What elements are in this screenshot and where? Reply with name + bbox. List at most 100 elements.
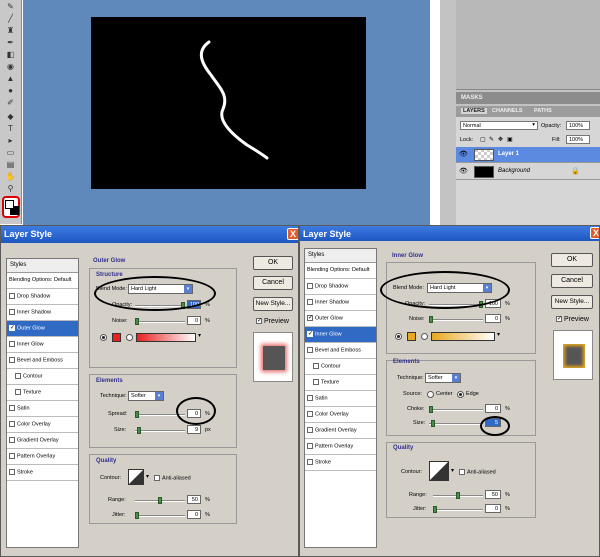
style-item[interactable]: Blending Options: Default (305, 263, 376, 279)
eraser-icon[interactable]: ◧ (3, 50, 18, 60)
checkbox-icon[interactable] (9, 453, 15, 459)
spread-slider-handle[interactable] (135, 411, 139, 418)
checkbox-icon[interactable] (15, 389, 21, 395)
jitter-slider-handle[interactable] (135, 512, 139, 519)
glow-gradient-picker[interactable] (431, 332, 495, 341)
shape-icon[interactable]: ▭ (3, 148, 18, 158)
pen-icon[interactable]: ✐ (3, 98, 18, 108)
checkbox-icon[interactable] (15, 373, 21, 379)
style-item[interactable]: ✓ Outer Glow (305, 311, 376, 327)
checkbox-icon[interactable]: ✓ (307, 315, 313, 321)
jitter-input[interactable]: 0 (187, 510, 201, 519)
checkbox-icon[interactable] (9, 437, 15, 443)
style-item[interactable]: ✓ Inner Glow (305, 327, 376, 343)
checkbox-icon[interactable] (9, 309, 15, 315)
style-item[interactable]: Gradient Overlay (305, 423, 376, 439)
styles-header[interactable]: Styles (305, 249, 376, 263)
checkbox-icon[interactable] (307, 411, 313, 417)
close-icon[interactable]: X (590, 227, 599, 239)
style-item[interactable]: Bevel and Emboss (305, 343, 376, 359)
checkbox-icon[interactable] (307, 347, 313, 353)
zoom-icon[interactable]: ⚲ (3, 184, 18, 194)
noise-slider-handle[interactable] (135, 318, 139, 325)
noise-input[interactable]: 0 (485, 314, 501, 323)
glow-color-swatch[interactable] (407, 332, 416, 341)
anti-aliased-checkbox[interactable]: Anti-aliased (459, 469, 496, 475)
style-item[interactable]: Pattern Overlay (305, 439, 376, 455)
history-brush-icon[interactable]: ✒ (3, 38, 18, 48)
checkbox-icon[interactable] (307, 459, 313, 465)
checkbox-icon[interactable] (9, 357, 15, 363)
lock-all-icon[interactable]: ▣ (507, 136, 513, 143)
tab-layers[interactable]: LAYERS (461, 108, 487, 114)
new-style-button[interactable]: New Style... (253, 297, 293, 311)
layer-blend-mode-select[interactable]: Normal ▾ (460, 121, 538, 130)
lock-position-icon[interactable]: ✥ (498, 136, 503, 143)
contour-picker[interactable] (128, 469, 144, 485)
checkbox-icon[interactable]: ✓ (556, 316, 562, 323)
checkbox-icon[interactable] (459, 469, 465, 475)
size-slider-handle[interactable] (137, 427, 141, 434)
source-center-radio[interactable] (427, 391, 434, 398)
checkbox-icon[interactable] (307, 283, 313, 289)
size-slider[interactable] (429, 420, 483, 427)
masks-tab[interactable]: MASKS (456, 92, 600, 104)
layer-row-layer-1[interactable]: 👁 Layer 1 (456, 147, 600, 163)
dodge-icon[interactable]: ● (3, 86, 18, 96)
style-item[interactable]: Stroke (7, 465, 78, 481)
layer-row-background[interactable]: 👁 Background 🔒 (456, 164, 600, 180)
glow-color-swatch[interactable] (112, 333, 121, 342)
notes-icon[interactable]: ▤ (3, 160, 18, 170)
direct-select-icon[interactable]: ▸ (3, 136, 18, 146)
tab-channels[interactable]: CHANNELS (492, 108, 523, 114)
choke-slider[interactable] (429, 406, 483, 413)
gradient-radio[interactable] (126, 334, 133, 341)
close-icon[interactable]: X (287, 228, 298, 240)
new-style-button[interactable]: New Style... (551, 295, 593, 309)
style-item[interactable]: Bevel and Emboss (7, 353, 78, 369)
checkbox-icon[interactable] (307, 395, 313, 401)
clone-stamp-icon[interactable]: ♜ (3, 26, 18, 36)
chevron-down-icon[interactable]: ▾ (451, 467, 454, 474)
lock-pixels-icon[interactable]: ✎ (489, 136, 494, 143)
size-slider-handle[interactable] (431, 420, 435, 427)
range-slider[interactable] (433, 492, 483, 499)
style-item[interactable]: Color Overlay (305, 407, 376, 423)
style-item[interactable]: ✓ Outer Glow (7, 321, 78, 337)
visibility-eye-icon[interactable]: 👁 (459, 168, 469, 176)
checkbox-icon[interactable] (9, 469, 15, 475)
style-item[interactable]: Satin (7, 401, 78, 417)
pencil-icon[interactable]: ✎ (3, 2, 18, 12)
style-item[interactable]: Color Overlay (7, 417, 78, 433)
technique-select[interactable]: Softer ▾ (128, 391, 164, 401)
style-item[interactable]: Drop Shadow (305, 279, 376, 295)
checkbox-icon[interactable]: ✓ (9, 325, 15, 331)
checkbox-icon[interactable] (307, 299, 313, 305)
visibility-eye-icon[interactable]: 👁 (459, 151, 469, 159)
noise-input[interactable]: 0 (187, 316, 201, 325)
size-input[interactable]: 9 (187, 425, 201, 434)
range-slider-handle[interactable] (456, 492, 460, 499)
type-icon[interactable]: T (3, 124, 18, 134)
range-input[interactable]: 50 (187, 495, 201, 504)
checkbox-icon[interactable] (9, 341, 15, 347)
style-item[interactable]: Blending Options: Default (7, 273, 78, 289)
cancel-button[interactable]: Cancel (253, 276, 293, 290)
range-slider[interactable] (135, 497, 185, 504)
checkbox-icon[interactable] (313, 379, 319, 385)
checkbox-icon[interactable]: ✓ (307, 331, 313, 337)
style-item[interactable]: Satin (305, 391, 376, 407)
document-canvas[interactable] (91, 17, 366, 189)
source-edge-radio[interactable] (457, 391, 464, 398)
style-item[interactable]: Texture (7, 385, 78, 401)
chevron-down-icon[interactable]: ▾ (497, 331, 500, 338)
checkbox-icon[interactable] (313, 363, 319, 369)
range-slider-handle[interactable] (158, 497, 162, 504)
jitter-slider-handle[interactable] (433, 506, 437, 513)
style-item[interactable]: Gradient Overlay (7, 433, 78, 449)
checkbox-icon[interactable]: ✓ (256, 318, 262, 325)
noise-slider[interactable] (429, 316, 483, 323)
foreground-color-swatch[interactable] (5, 200, 14, 209)
checkbox-icon[interactable] (9, 293, 15, 299)
styles-header[interactable]: Styles (7, 259, 78, 273)
